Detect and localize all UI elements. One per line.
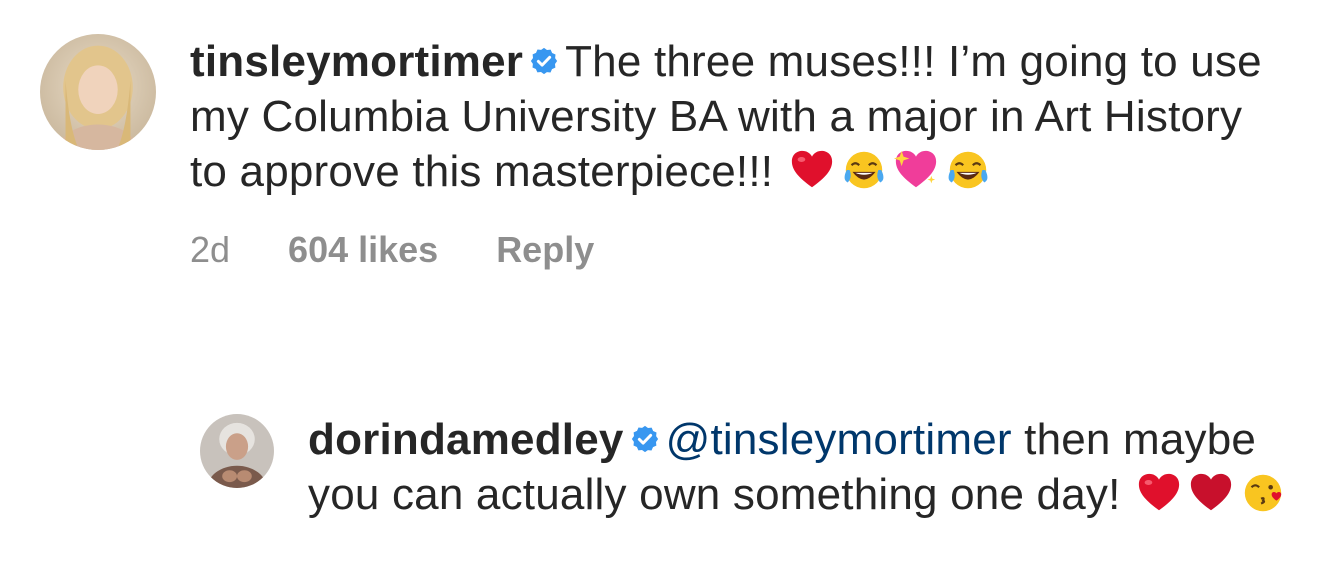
mention-link[interactable]: @tinsleymortimer bbox=[666, 415, 1012, 464]
likes-count[interactable]: 604 likes bbox=[288, 229, 438, 271]
verified-badge-icon bbox=[630, 424, 660, 454]
comment-timestamp[interactable]: 2d bbox=[190, 229, 230, 271]
reply-button[interactable]: Reply bbox=[496, 229, 594, 271]
comment-tinsleymortimer: tinsleymortimer The three muses!!! I’m go… bbox=[40, 34, 1290, 271]
comment-text: tinsleymortimer The three muses!!! I’m go… bbox=[190, 34, 1290, 199]
red-heart-emoji-icon bbox=[1188, 470, 1234, 516]
red-heart-emoji-icon bbox=[1136, 470, 1182, 516]
username-link[interactable]: tinsleymortimer bbox=[190, 37, 523, 86]
verified-badge-icon bbox=[529, 46, 559, 76]
comment-text: dorindamedley @tinsleymortimer then maybe… bbox=[308, 412, 1300, 522]
tears-of-joy-emoji-icon bbox=[945, 147, 991, 193]
face-blowing-kiss-emoji-icon bbox=[1240, 470, 1286, 516]
red-heart-emoji-icon bbox=[789, 147, 835, 193]
sparkling-heart-emoji-icon bbox=[893, 147, 939, 193]
tears-of-joy-emoji-icon bbox=[841, 147, 887, 193]
avatar-image bbox=[40, 34, 156, 150]
comment-dorindamedley: dorindamedley @tinsleymortimer then maybe… bbox=[200, 412, 1300, 522]
username-link[interactable]: dorindamedley bbox=[308, 415, 624, 464]
avatar-dorindamedley[interactable] bbox=[200, 414, 274, 488]
avatar-tinsleymortimer[interactable] bbox=[40, 34, 156, 150]
comment-meta: 2d 604 likes Reply bbox=[190, 229, 1290, 271]
avatar-image bbox=[200, 414, 274, 488]
